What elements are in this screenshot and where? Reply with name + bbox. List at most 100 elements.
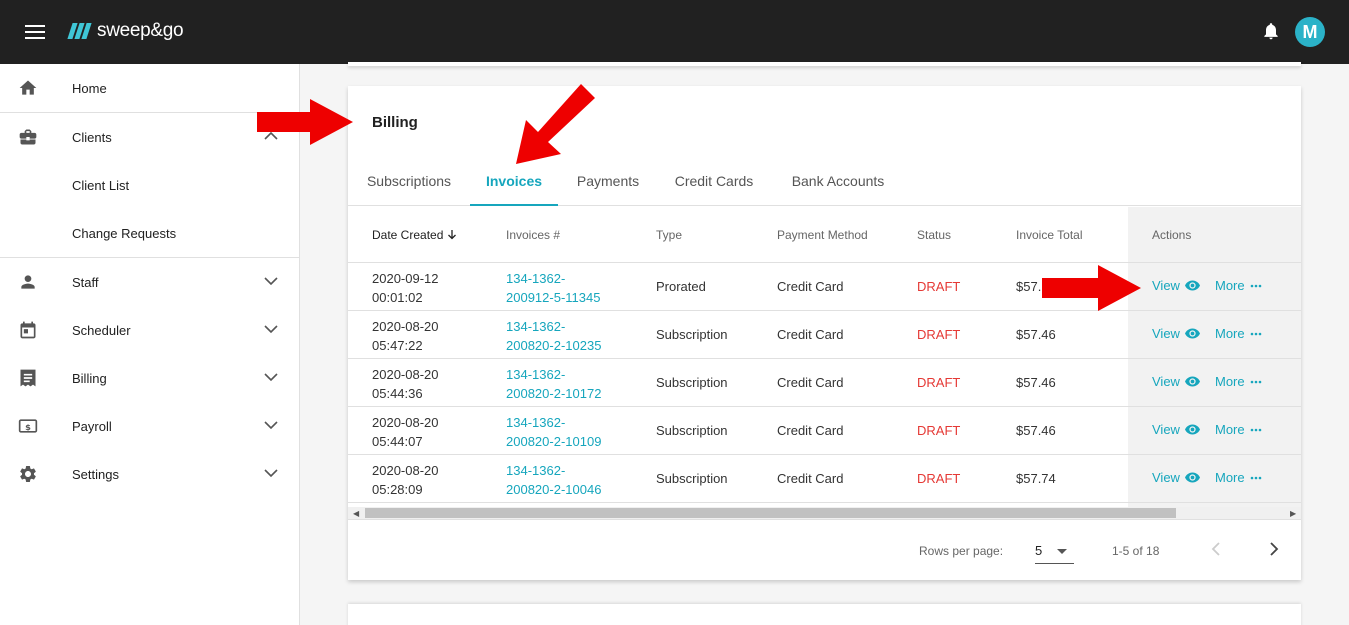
eye-icon — [1184, 424, 1200, 435]
pagination-range: 1-5 of 18 — [1112, 544, 1160, 558]
chevron-down-icon[interactable] — [264, 324, 278, 334]
sidebar-item-label: Home — [72, 80, 107, 96]
time-value: 00:01:02 — [372, 290, 423, 305]
more-button[interactable]: More — [1215, 278, 1262, 293]
payment-method-cell: Credit Card — [777, 327, 844, 342]
invoice-number-part: 134-1362- — [506, 271, 566, 286]
view-label: View — [1152, 422, 1180, 437]
invoice-number-link[interactable]: 134-1362- 200820-2-10235 — [506, 317, 601, 355]
menu-icon[interactable] — [25, 25, 45, 39]
sidebar-item-label: Billing — [72, 370, 107, 386]
status-badge: DRAFT — [917, 375, 961, 390]
sidebar-item-staff[interactable]: Staff — [0, 258, 299, 306]
calendar-icon — [20, 321, 36, 339]
view-button[interactable]: View — [1152, 470, 1200, 485]
view-button[interactable]: View — [1152, 374, 1200, 389]
more-button[interactable]: More — [1215, 326, 1262, 341]
scrollbar-thumb[interactable] — [365, 508, 1176, 518]
view-label: View — [1152, 374, 1180, 389]
logo-mark — [67, 23, 96, 39]
invoice-number-link[interactable]: 134-1362- 200820-2-10172 — [506, 365, 601, 403]
more-label: More — [1215, 422, 1245, 437]
payment-method-cell: Credit Card — [777, 375, 844, 390]
column-header-date-created[interactable]: Date Created — [372, 228, 457, 242]
tab-credit-cards[interactable]: Credit Cards — [662, 164, 766, 206]
view-label: View — [1152, 326, 1180, 341]
sidebar-item-billing[interactable]: Billing — [0, 354, 299, 402]
invoice-number-part: 134-1362- — [506, 463, 566, 478]
rows-per-page-value: 5 — [1035, 543, 1043, 558]
scroll-left-arrow-icon[interactable]: ◀ — [353, 509, 359, 518]
chevron-down-icon[interactable] — [264, 420, 278, 430]
invoice-number-part: 200820-2-10172 — [506, 386, 602, 401]
sidebar-item-settings[interactable]: Settings — [0, 450, 299, 498]
billing-tabs: Subscriptions Invoices Payments Credit C… — [348, 164, 1301, 206]
date-value: 2020-08-20 — [372, 367, 439, 382]
tab-payments[interactable]: Payments — [564, 164, 652, 206]
type-cell: Subscription — [656, 423, 728, 438]
eye-icon — [1184, 280, 1200, 291]
invoice-number-link[interactable]: 134-1362- 200912-5-11345 — [506, 269, 600, 307]
date-cell: 2020-09-12 00:01:02 — [372, 269, 439, 307]
chevron-down-icon[interactable] — [264, 276, 278, 286]
sidebar-item-client-list[interactable]: Client List — [0, 161, 299, 209]
table-row: 2020-08-20 05:28:09 134-1362- 200820-2-100… — [348, 455, 1301, 503]
notification-bell-icon[interactable] — [1261, 20, 1281, 42]
user-avatar[interactable]: M — [1295, 17, 1325, 47]
date-cell: 2020-08-20 05:47:22 — [372, 317, 439, 355]
tab-bank-accounts[interactable]: Bank Accounts — [779, 164, 897, 206]
column-header-invoice-total[interactable]: Invoice Total — [1016, 228, 1083, 242]
invoice-number-part: 134-1362- — [506, 415, 566, 430]
date-value: 2020-08-20 — [372, 415, 439, 430]
more-label: More — [1215, 326, 1245, 341]
type-cell: Subscription — [656, 471, 728, 486]
chevron-down-icon[interactable] — [264, 372, 278, 382]
annotation-arrow-right-icon — [1042, 265, 1141, 311]
eye-icon — [1184, 328, 1200, 339]
column-header-type[interactable]: Type — [656, 228, 682, 242]
scroll-right-arrow-icon[interactable]: ▶ — [1290, 509, 1296, 518]
home-icon — [19, 80, 37, 95]
app-logo[interactable]: sweep&go — [67, 20, 184, 42]
date-value: 2020-08-20 — [372, 319, 439, 334]
horizontal-scrollbar[interactable]: ◀ ▶ — [348, 507, 1301, 519]
sidebar-item-change-requests[interactable]: Change Requests — [0, 209, 299, 257]
tab-invoices[interactable]: Invoices — [470, 164, 558, 206]
column-header-label: Date Created — [372, 228, 444, 242]
annotation-arrow-down-left-icon — [516, 84, 595, 164]
tab-subscriptions[interactable]: Subscriptions — [354, 164, 464, 206]
more-button[interactable]: More — [1215, 374, 1262, 389]
chevron-right-icon[interactable] — [1268, 542, 1280, 556]
view-button[interactable]: View — [1152, 326, 1200, 341]
invoice-number-part: 200820-2-10235 — [506, 338, 602, 353]
view-button[interactable]: View — [1152, 422, 1200, 437]
sidebar-item-label: Clients — [72, 129, 112, 145]
sidebar-item-label: Settings — [72, 466, 119, 482]
sidebar-item-scheduler[interactable]: Scheduler — [0, 306, 299, 354]
view-button[interactable]: View — [1152, 278, 1200, 293]
date-cell: 2020-08-20 05:44:07 — [372, 413, 439, 451]
chevron-down-icon[interactable] — [264, 468, 278, 478]
sidebar-item-label: Client List — [72, 177, 130, 193]
time-value: 05:44:36 — [372, 386, 423, 401]
rows-per-page-label: Rows per page: — [919, 544, 1004, 558]
invoice-number-link[interactable]: 134-1362- 200820-2-10109 — [506, 413, 601, 451]
rows-per-page-select[interactable]: 5 — [1035, 536, 1074, 564]
chevron-left-icon[interactable] — [1210, 542, 1222, 556]
type-cell: Subscription — [656, 375, 728, 390]
more-horizontal-icon — [1250, 428, 1261, 431]
column-header-invoice-number[interactable]: Invoices # — [506, 228, 560, 242]
more-horizontal-icon — [1250, 380, 1261, 383]
more-horizontal-icon — [1250, 332, 1261, 335]
more-button[interactable]: More — [1215, 470, 1262, 485]
column-header-status[interactable]: Status — [917, 228, 951, 242]
caret-down-icon — [1057, 549, 1067, 554]
column-header-payment-method[interactable]: Payment Method — [777, 228, 868, 242]
payment-method-cell: Credit Card — [777, 279, 844, 294]
more-label: More — [1215, 374, 1245, 389]
invoice-number-link[interactable]: 134-1362- 200820-2-10046 — [506, 461, 601, 499]
more-button[interactable]: More — [1215, 422, 1262, 437]
payment-method-cell: Credit Card — [777, 423, 844, 438]
sidebar-item-payroll[interactable]: $ Payroll — [0, 402, 299, 450]
more-label: More — [1215, 470, 1245, 485]
